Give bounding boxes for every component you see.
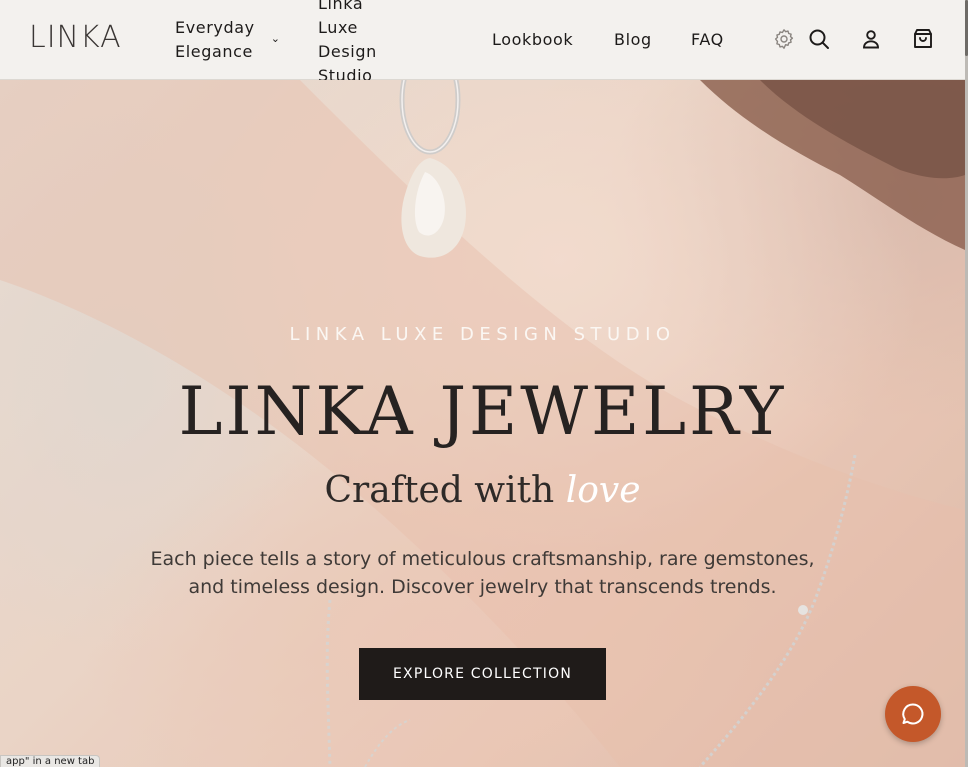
search-icon[interactable]: [807, 27, 831, 51]
hero-title: LINKA JEWELRY: [178, 373, 787, 450]
hero-subtitle-emphasis: love: [565, 470, 641, 511]
nav-linka-luxe-line2: Design Studio: [318, 42, 377, 85]
nav-everyday-elegance[interactable]: Everyday Elegance ⌄: [175, 0, 281, 80]
account-icon[interactable]: [859, 27, 883, 51]
nav-blog[interactable]: Blog: [614, 0, 652, 80]
nav-linka-luxe-design-studio[interactable]: Linka Luxe Design Studio: [318, 0, 377, 85]
nav-everyday-elegance-line1: Everyday: [175, 18, 255, 37]
hero-description: Each piece tells a story of meticulous c…: [140, 545, 825, 601]
link-status-tooltip: app" in a new tab: [0, 755, 101, 767]
hero-subtitle: Crafted with love: [0, 468, 965, 514]
nav-faq[interactable]: FAQ: [691, 0, 724, 80]
cart-icon[interactable]: [911, 27, 935, 51]
hero-eyebrow: LINKA LUXE DESIGN STUDIO: [289, 324, 676, 345]
chat-button[interactable]: [885, 686, 941, 742]
hero-section: LINKA LUXE DESIGN STUDIO LINKA JEWELRY C…: [0, 80, 965, 767]
hero-subtitle-prefix: Crafted with: [324, 470, 555, 511]
chevron-down-icon[interactable]: ⌄: [271, 27, 281, 51]
chat-bubble-icon: [902, 703, 924, 725]
gear-icon[interactable]: [772, 27, 796, 51]
logo[interactable]: LINKA: [29, 23, 122, 53]
site-header: LINKA Everyday Elegance ⌄ Linka Luxe Des…: [0, 0, 965, 85]
nav-linka-luxe-line1: Linka Luxe: [318, 0, 364, 37]
hero-description-line1: Each piece tells a story of meticulous c…: [150, 548, 815, 570]
nav-everyday-elegance-line2: Elegance: [175, 42, 253, 61]
hero-description-line2: and timeless design. Discover jewelry th…: [188, 576, 777, 598]
nav-lookbook[interactable]: Lookbook: [492, 0, 573, 80]
explore-collection-button[interactable]: EXPLORE COLLECTION: [359, 648, 606, 700]
